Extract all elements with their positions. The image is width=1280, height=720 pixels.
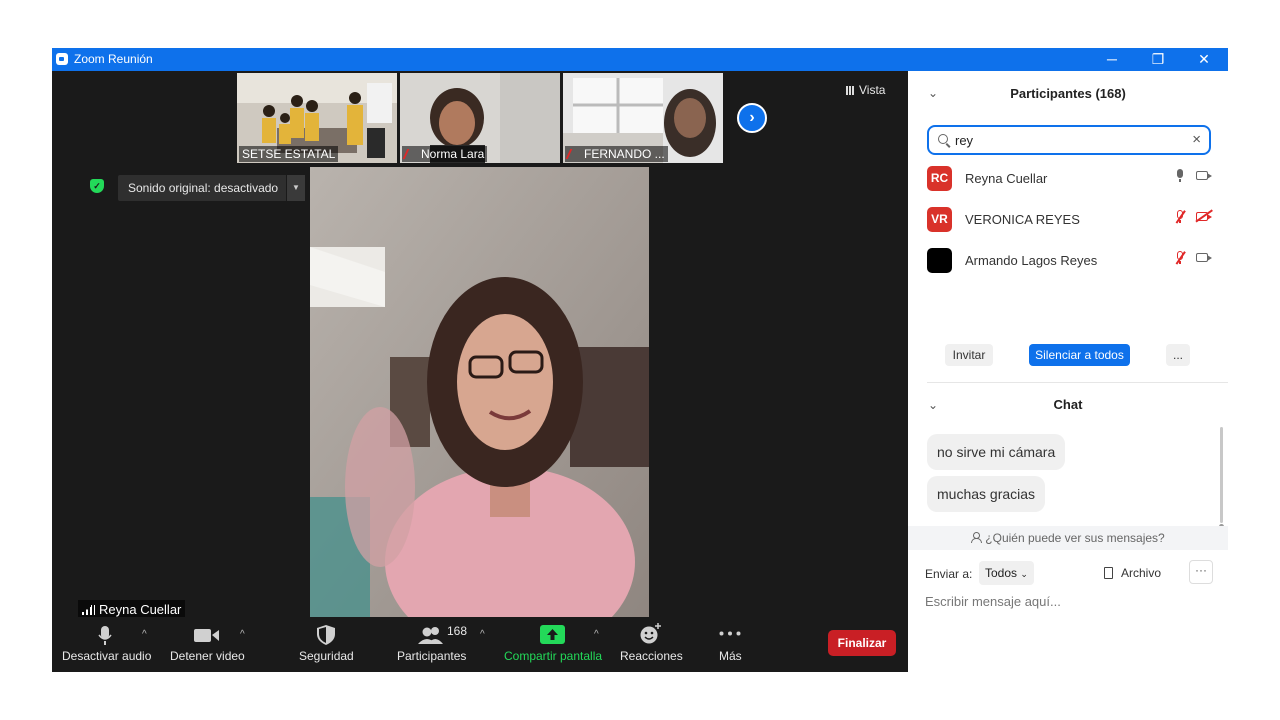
send-to-dropdown[interactable]: Todos ⌄ xyxy=(979,561,1034,585)
meeting-toolbar: Desactivar audio ^ Detener video ^ Segur… xyxy=(52,617,908,672)
file-icon xyxy=(1104,567,1113,579)
video-stage: SETSE ESTATAL Norma Lara FERNANDO ... › … xyxy=(52,71,908,672)
share-screen-icon xyxy=(540,625,565,644)
mute-audio-label: Desactivar audio xyxy=(62,649,152,663)
panel-divider xyxy=(927,382,1228,383)
avatar xyxy=(927,248,952,273)
chat-message-input[interactable]: Escribir mensaje aquí... xyxy=(925,594,1061,609)
chat-message: no sirve mi cámara xyxy=(927,434,1066,470)
shield-icon xyxy=(317,625,335,645)
participant-name: Reyna Cuellar xyxy=(965,171,1048,186)
shield-check-icon: ✓ xyxy=(90,179,104,193)
video-camera-icon[interactable] xyxy=(1196,171,1212,180)
file-button[interactable]: Archivo xyxy=(1104,566,1161,580)
video-off-icon[interactable] xyxy=(1196,212,1212,221)
chevron-right-icon: › xyxy=(749,109,755,126)
side-panel: ⌄ Participantes (168) rey × RC Reyna Cue… xyxy=(908,71,1228,672)
thumbnail-name-text: Norma Lara xyxy=(421,147,485,161)
chat-title: Chat xyxy=(1053,397,1083,412)
thumbnail-video[interactable]: SETSE ESTATAL xyxy=(237,73,397,163)
invite-button[interactable]: Invitar xyxy=(945,344,993,366)
participant-row[interactable]: VR VERONICA REYES xyxy=(927,207,1217,235)
restore-button[interactable]: ❐ xyxy=(1135,48,1181,71)
send-to-label: Enviar a: xyxy=(925,567,973,581)
chat-more-button[interactable]: ··· xyxy=(1189,560,1213,584)
thumbnail-name: FERNANDO ... xyxy=(565,146,668,162)
security-label: Seguridad xyxy=(299,649,354,663)
zoom-app-icon xyxy=(56,53,68,65)
reactions-label: Reacciones xyxy=(620,649,683,663)
mute-all-button[interactable]: Silenciar a todos xyxy=(1029,344,1130,366)
thumbnail-video[interactable]: Norma Lara xyxy=(400,73,560,163)
thumbnail-name: SETSE ESTATAL xyxy=(239,146,339,162)
grid-icon xyxy=(846,86,855,95)
file-label: Archivo xyxy=(1121,566,1162,580)
chat-scrollbar[interactable] xyxy=(1219,427,1224,529)
chat-message: muchas gracias xyxy=(927,476,1046,512)
thumbnail-name-text: FERNANDO ... xyxy=(584,147,665,161)
participant-search-input[interactable]: rey × xyxy=(927,125,1211,155)
close-window-button[interactable]: ✕ xyxy=(1181,48,1227,71)
participants-icon xyxy=(418,627,443,644)
participant-name: VERONICA REYES xyxy=(965,212,1080,227)
zoom-window: Zoom Reunión ─ ❐ ✕ SETSE ESTATAL Norma L… xyxy=(52,48,1228,672)
share-screen-label: Compartir pantalla xyxy=(504,649,603,663)
participant-row[interactable]: RC Reyna Cuellar xyxy=(927,166,1217,194)
mic-muted-icon xyxy=(402,149,419,159)
minimize-button[interactable]: ─ xyxy=(1089,48,1135,71)
participant-name: Armando Lagos Reyes xyxy=(965,253,1098,268)
mic-muted-icon[interactable] xyxy=(1176,251,1184,264)
participants-options-caret[interactable]: ^ xyxy=(480,629,485,640)
audio-options-caret[interactable]: ^ xyxy=(142,629,147,640)
microphone-icon xyxy=(98,626,112,645)
search-icon xyxy=(938,134,948,144)
view-label: Vista xyxy=(859,83,886,97)
participants-more-button[interactable]: ... xyxy=(1166,344,1190,366)
window-title: Zoom Reunión xyxy=(74,52,153,66)
original-sound-dropdown[interactable]: ▼ xyxy=(286,175,305,201)
participants-label: Participantes xyxy=(397,649,467,663)
view-button[interactable]: Vista xyxy=(846,83,885,97)
participants-count-badge: 168 xyxy=(447,624,468,638)
chevron-down-icon: ⌄ xyxy=(1020,569,1028,579)
title-bar: Zoom Reunión ─ ❐ ✕ xyxy=(52,48,1228,71)
mic-muted-icon xyxy=(565,149,582,159)
more-dots-icon xyxy=(719,631,741,636)
who-can-see-link[interactable]: ¿Quién puede ver sus mensajes? xyxy=(908,526,1228,550)
clear-search-icon[interactable]: × xyxy=(1192,131,1201,148)
next-page-button[interactable]: › xyxy=(737,103,767,133)
stop-video-label: Detener video xyxy=(170,649,245,663)
video-options-caret[interactable]: ^ xyxy=(240,629,245,640)
who-can-see-text: ¿Quién puede ver sus mensajes? xyxy=(985,531,1165,545)
participant-row[interactable]: Armando Lagos Reyes xyxy=(927,248,1217,276)
microphone-icon[interactable] xyxy=(1176,169,1184,182)
send-to-value: Todos xyxy=(985,566,1018,580)
signal-strength-icon xyxy=(82,605,95,615)
end-meeting-button[interactable]: Finalizar xyxy=(828,630,896,656)
original-sound-button[interactable]: Sonido original: desactivado xyxy=(118,175,304,201)
avatar: VR xyxy=(927,207,952,232)
avatar: RC xyxy=(927,166,952,191)
active-speaker-label: Reyna Cuellar xyxy=(99,602,182,617)
smiley-plus-icon xyxy=(640,623,661,644)
more-label: Más xyxy=(719,649,742,663)
participants-header: ⌄ Participantes (168) xyxy=(908,71,1228,115)
share-options-caret[interactable]: ^ xyxy=(594,629,599,640)
active-speaker-video xyxy=(310,167,649,619)
search-value: rey xyxy=(955,133,974,148)
video-camera-icon[interactable] xyxy=(1196,253,1212,262)
person-icon xyxy=(971,532,983,543)
thumbnail-video[interactable]: FERNANDO ... xyxy=(563,73,723,163)
video-camera-icon xyxy=(194,629,219,642)
thumbnail-name: Norma Lara xyxy=(402,146,488,162)
participants-title: Participantes (168) xyxy=(1010,86,1126,101)
speaker-video-frame xyxy=(310,167,649,619)
caret-down-icon: ▼ xyxy=(292,183,300,192)
mic-muted-icon[interactable] xyxy=(1176,210,1184,223)
